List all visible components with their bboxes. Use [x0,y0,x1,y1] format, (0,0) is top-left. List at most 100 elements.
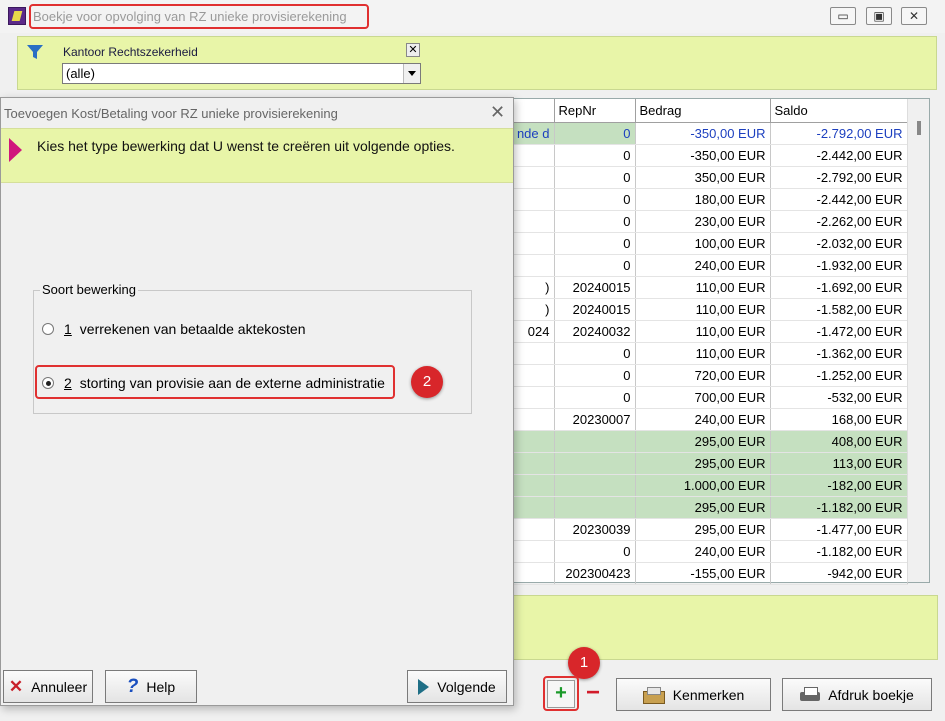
annotation-badge-2: 2 [411,366,443,398]
play-icon [418,678,430,695]
help-button[interactable]: ? Help [105,670,197,703]
column-header-bedrag[interactable]: Bedrag [635,99,771,123]
bedrag-cell: 295,00 EUR [635,430,771,453]
saldo-cell: -2.792,00 EUR [770,166,908,189]
next-button[interactable]: Volgende [407,670,507,703]
repnr-cell: 20240032 [554,320,636,343]
kenmerken-button[interactable]: Kenmerken [616,678,771,711]
repnr-cell: 0 [554,232,636,255]
dialog-instruction-banner: Kies het type bewerking dat U wenst te c… [1,128,513,183]
add-button-annotation-highlight [543,676,579,711]
column-header-saldo[interactable]: Saldo [770,99,908,123]
repnr-cell [554,474,636,497]
bedrag-cell: 295,00 EUR [635,452,771,475]
repnr-cell: 0 [554,188,636,211]
bedrag-cell: 230,00 EUR [635,210,771,233]
saldo-cell: -942,00 EUR [770,562,908,585]
repnr-cell: 0 [554,364,636,387]
saldo-cell: -1.362,00 EUR [770,342,908,365]
add-transaction-dialog: Toevoegen Kost/Betaling voor RZ unieke p… [0,97,514,706]
print-button[interactable]: Afdruk boekje [782,678,932,711]
repnr-cell: 0 [554,210,636,233]
repnr-cell: 0 [554,122,636,145]
repnr-cell: 20230007 [554,408,636,431]
annotation-badge-1: 1 [568,647,600,679]
radio-button-icon[interactable] [42,323,54,335]
repnr-cell: 0 [554,342,636,365]
bedrag-cell: 110,00 EUR [635,276,771,299]
column-header-repnr[interactable]: RepNr [554,99,636,123]
kantoor-select[interactable]: (alle) [62,63,421,84]
bedrag-cell: 240,00 EUR [635,540,771,563]
next-label: Volgende [437,678,496,695]
option-1-radio[interactable]: 1 verrekenen van betaalde aktekosten [42,321,306,337]
filter-panel: Kantoor Rechtszekerheid ✕ (alle) [17,36,937,90]
saldo-cell: -1.477,00 EUR [770,518,908,541]
table-scrollbar[interactable] [907,99,929,582]
minimize-button[interactable]: ▭ [830,7,856,25]
repnr-cell: 20230039 [554,518,636,541]
repnr-cell [554,496,636,519]
print-label: Afdruk boekje [828,686,914,703]
option-label: verrekenen van betaalde aktekosten [79,321,306,337]
kantoor-select-value: (alle) [66,66,95,81]
bedrag-cell: 180,00 EUR [635,188,771,211]
option-number: 1 [64,321,72,337]
saldo-cell: -182,00 EUR [770,474,908,497]
dialog-instruction: Kies het type bewerking dat U wenst te c… [37,138,455,154]
arrow-right-icon [9,138,22,162]
repnr-cell: 0 [554,144,636,167]
bedrag-cell: -350,00 EUR [635,122,771,145]
repnr-cell: 20240015 [554,276,636,299]
repnr-cell [554,452,636,475]
bedrag-cell: 295,00 EUR [635,496,771,519]
cancel-label: Annuleer [31,678,88,695]
bedrag-cell: 100,00 EUR [635,232,771,255]
folder-icon [642,686,665,704]
clear-filter-button[interactable]: ✕ [406,43,420,57]
saldo-cell: -2.442,00 EUR [770,144,908,167]
app-icon [8,7,26,25]
question-icon: ? [126,675,139,697]
filter-label: Kantoor Rechtszekerheid [63,45,198,59]
bedrag-cell: 1.000,00 EUR [635,474,771,497]
bedrag-cell: 110,00 EUR [635,320,771,343]
bedrag-cell: 110,00 EUR [635,298,771,321]
x-icon: ✕ [8,676,24,696]
remove-button[interactable]: − [581,680,605,708]
group-label: Soort bewerking [40,282,138,297]
funnel-icon [27,45,43,59]
saldo-cell: -2.442,00 EUR [770,188,908,211]
bedrag-cell: -350,00 EUR [635,144,771,167]
help-label: Help [146,678,176,695]
saldo-cell: -2.792,00 EUR [770,122,908,145]
title-annotation-highlight [29,4,369,29]
scroll-thumb[interactable] [917,121,921,135]
saldo-cell: -1.932,00 EUR [770,254,908,277]
saldo-cell: -1.182,00 EUR [770,540,908,563]
repnr-cell: 0 [554,386,636,409]
close-button[interactable]: ✕ [901,7,927,25]
saldo-cell: 408,00 EUR [770,430,908,453]
bedrag-cell: 240,00 EUR [635,254,771,277]
dialog-title: Toevoegen Kost/Betaling voor RZ unieke p… [4,106,338,121]
bedrag-cell: 295,00 EUR [635,518,771,541]
saldo-cell: -1.472,00 EUR [770,320,908,343]
chevron-down-icon[interactable] [403,64,420,83]
kenmerken-label: Kenmerken [672,686,745,703]
saldo-cell: -1.252,00 EUR [770,364,908,387]
saldo-cell: -1.582,00 EUR [770,298,908,321]
saldo-cell: -1.182,00 EUR [770,496,908,519]
repnr-cell: 0 [554,166,636,189]
bedrag-cell: 720,00 EUR [635,364,771,387]
saldo-cell: -2.032,00 EUR [770,232,908,255]
saldo-cell: 168,00 EUR [770,408,908,431]
bedrag-cell: 700,00 EUR [635,386,771,409]
repnr-cell: 202300423 [554,562,636,585]
dialog-close-button[interactable]: ✕ [490,103,505,121]
restore-button[interactable]: ▣ [866,7,892,25]
printer-icon [800,686,821,703]
cancel-button[interactable]: ✕ Annuleer [3,670,93,703]
option-2-annotation-highlight [35,365,395,399]
title-bar: Boekje voor opvolging van RZ unieke prov… [0,0,945,33]
